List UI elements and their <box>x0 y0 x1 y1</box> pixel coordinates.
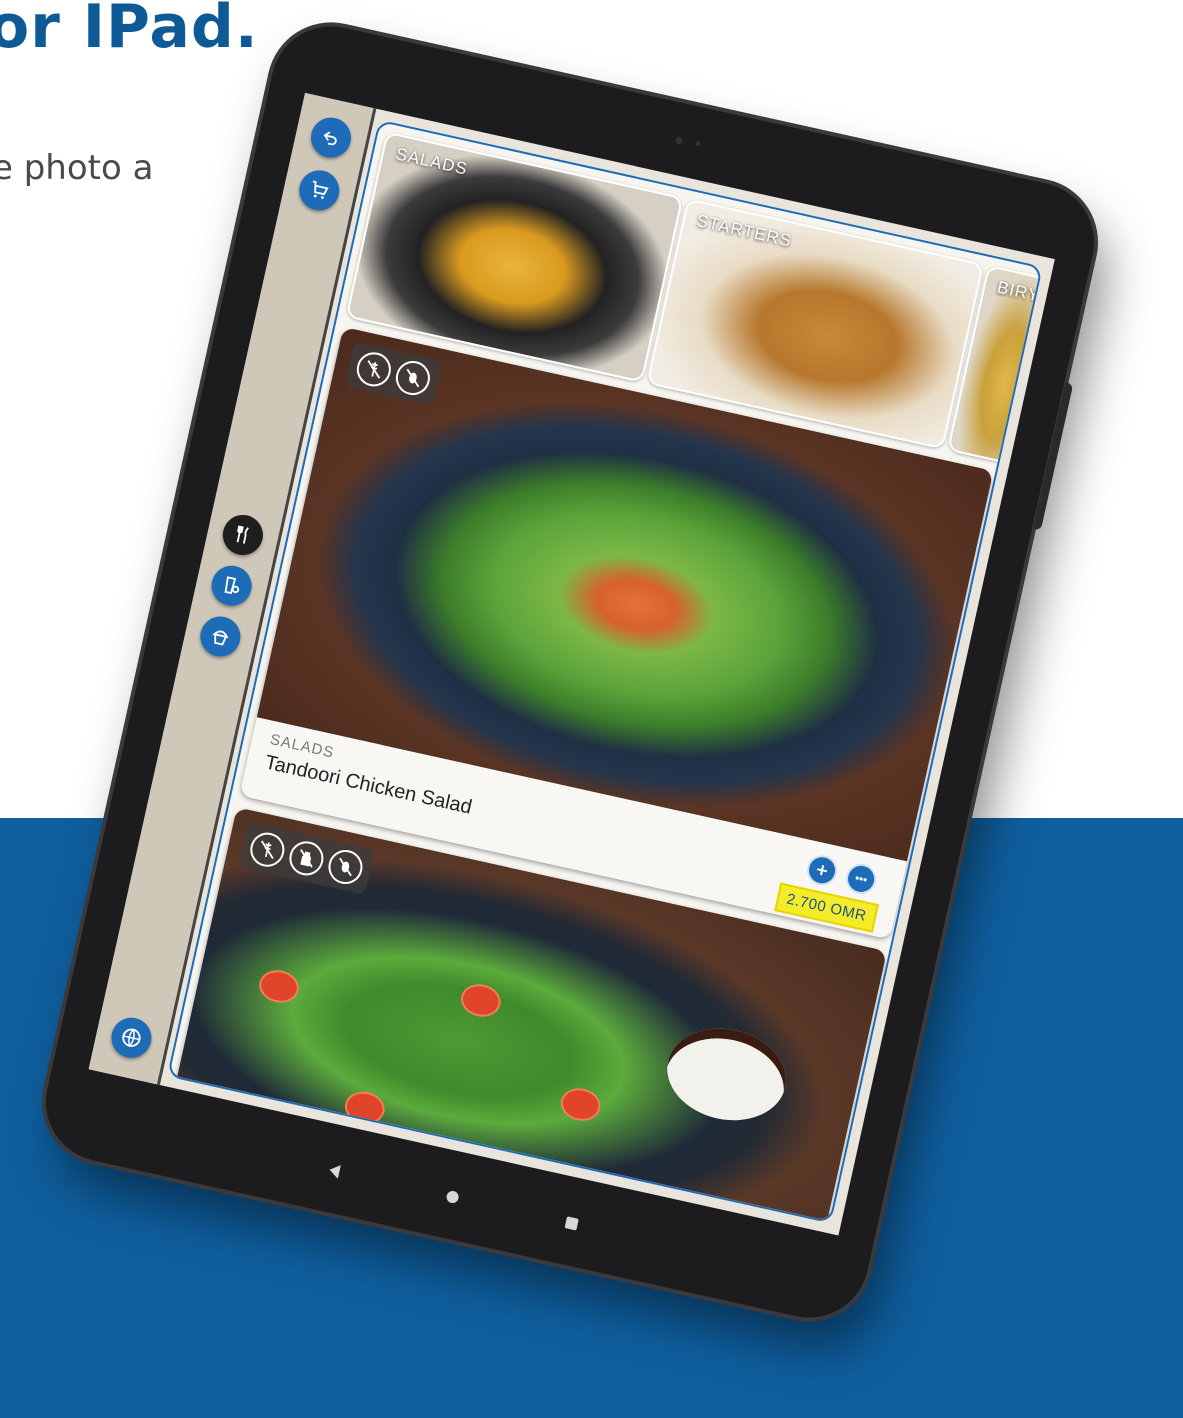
food-menu-button[interactable] <box>219 511 267 559</box>
tomato-decoration <box>557 1084 604 1125</box>
language-button[interactable] <box>107 1013 156 1062</box>
dietary-badges <box>237 821 375 895</box>
fork-knife-icon <box>236 525 249 544</box>
no-nuts-icon <box>392 357 434 399</box>
drinks-icon <box>224 576 240 595</box>
cart-icon <box>312 180 329 199</box>
cart-button[interactable] <box>295 166 344 215</box>
tomato-decoration <box>341 1087 388 1128</box>
plus-icon <box>816 865 828 876</box>
back-nav-icon[interactable] <box>328 1162 341 1179</box>
recents-nav-icon[interactable] <box>564 1216 579 1231</box>
no-nuts-icon <box>325 846 366 888</box>
back-arrow-icon <box>323 131 337 146</box>
marketing-headline: or IPad. <box>0 0 259 62</box>
globe-icon <box>122 1028 141 1048</box>
more-dots-icon <box>855 876 867 882</box>
tomato-decoration <box>256 966 303 1007</box>
marketing-subline: e photo a <box>0 148 154 188</box>
category-label: BIRY <box>995 277 1042 306</box>
add-to-cart-button[interactable] <box>804 852 840 889</box>
dessert-menu-button[interactable] <box>196 612 245 661</box>
no-gluten-icon <box>247 829 288 870</box>
drinks-menu-button[interactable] <box>207 561 256 610</box>
cupcake-icon <box>212 630 229 646</box>
no-gluten-icon <box>353 349 395 390</box>
tomato-decoration <box>457 980 504 1021</box>
category-label: STARTERS <box>694 210 794 251</box>
dietary-badges <box>344 341 443 406</box>
home-nav-icon[interactable] <box>445 1189 460 1205</box>
back-button[interactable] <box>307 113 355 162</box>
no-dairy-icon <box>286 838 327 879</box>
more-options-button[interactable] <box>843 861 880 897</box>
sauce-bowl <box>658 1017 795 1132</box>
category-label: SALADS <box>394 144 470 179</box>
